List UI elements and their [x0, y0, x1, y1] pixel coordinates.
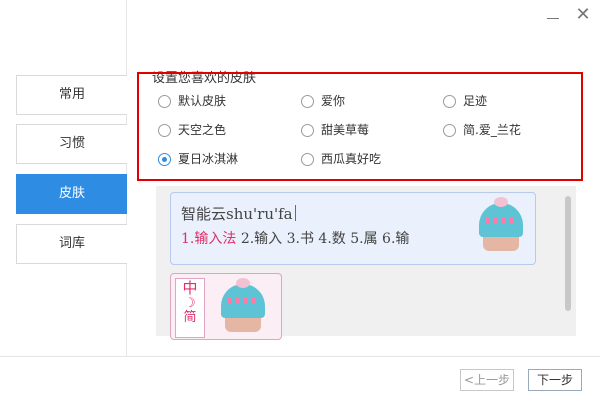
- pinyin-input-text: 智能云shu'ru'fa: [181, 203, 296, 224]
- skin-option-label: 西瓜真好吃: [321, 152, 382, 166]
- radio-icon[interactable]: [301, 124, 314, 137]
- cupcake-image: [469, 197, 533, 257]
- radio-selected-icon[interactable]: [158, 153, 171, 166]
- skin-option-label: 甜美草莓: [321, 123, 370, 137]
- minimize-icon[interactable]: [545, 10, 561, 26]
- sidebar-item-habits[interactable]: 习惯: [16, 124, 127, 164]
- skin-preview-horizontal: 智能云shu'ru'fa 1.输入法 2.输入 3.书 4.数 5.属 6.输: [170, 192, 536, 265]
- footer-divider: [0, 356, 600, 357]
- skin-option-label: 简.爱_兰花: [463, 123, 521, 137]
- skin-option-label: 足迹: [463, 94, 488, 108]
- moon-icon: ☽: [184, 296, 196, 311]
- preview-scrollbar[interactable]: [565, 196, 571, 311]
- prev-step-button[interactable]: <上一步: [460, 369, 514, 391]
- cupcake-image: [211, 278, 275, 338]
- skin-option-label: 默认皮肤: [178, 94, 227, 108]
- close-icon[interactable]: ✕: [574, 6, 592, 24]
- radio-icon[interactable]: [158, 124, 171, 137]
- text-caret: [294, 205, 296, 221]
- radio-icon[interactable]: [301, 153, 314, 166]
- candidate-list: 1.输入法 2.输入 3.书 4.数 5.属 6.输: [181, 228, 409, 248]
- radio-icon[interactable]: [443, 95, 456, 108]
- sidebar-item-skin[interactable]: 皮肤: [16, 174, 127, 214]
- skin-option-label: 天空之色: [178, 123, 227, 137]
- candidate-rest: 2.输入 3.书 4.数 5.属 6.输: [240, 231, 410, 247]
- simplified-label: 简: [183, 310, 197, 325]
- skin-option-label: 夏日冰淇淋: [178, 152, 239, 166]
- radio-icon[interactable]: [443, 124, 456, 137]
- vertical-status-bar: 中 ☽ 简: [175, 278, 205, 338]
- next-step-button[interactable]: 下一步: [528, 369, 582, 391]
- sidebar-item-common[interactable]: 常用: [16, 75, 127, 115]
- skin-option-label: 爱你: [321, 94, 346, 108]
- radio-icon[interactable]: [301, 95, 314, 108]
- sidebar: 常用 习惯 皮肤 词库: [0, 0, 127, 356]
- candidate-first: 1.输入法: [181, 231, 237, 247]
- chinese-mode-label: 中: [182, 279, 198, 297]
- skin-preview-vertical: 中 ☽ 简: [170, 273, 282, 340]
- radio-icon[interactable]: [158, 95, 171, 108]
- sidebar-item-dictionary[interactable]: 词库: [16, 224, 127, 264]
- pinyin-text: 智能云shu'ru'fa: [181, 205, 293, 223]
